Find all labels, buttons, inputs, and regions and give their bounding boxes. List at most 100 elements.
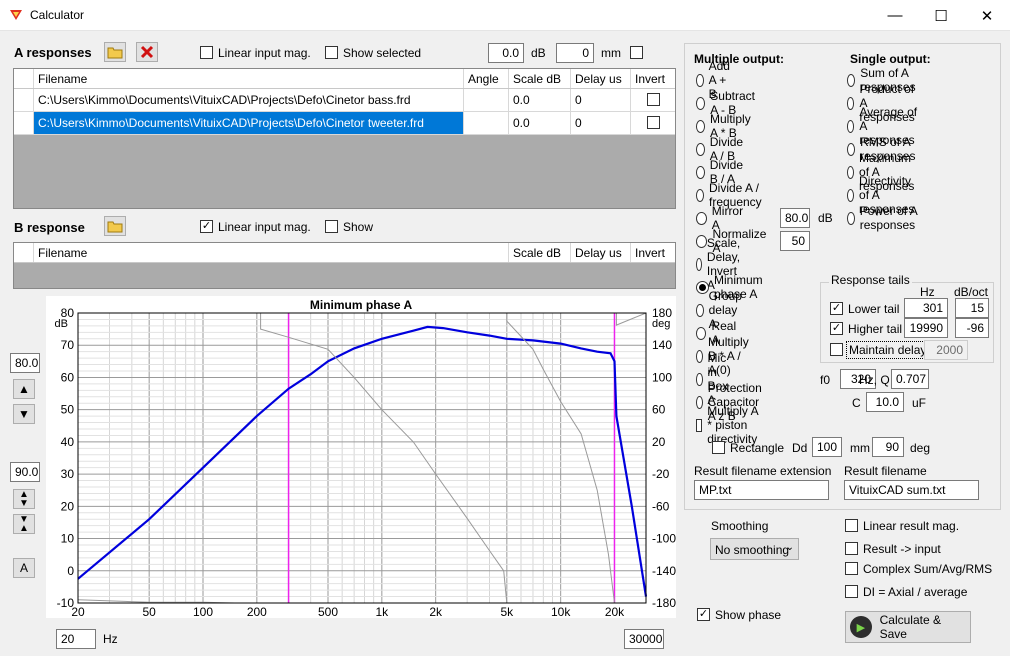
result-file-input[interactable]: VituixCAD sum.txt — [844, 480, 979, 500]
dd-input[interactable]: 100 — [812, 437, 842, 457]
col-delay[interactable]: Delay us — [571, 69, 631, 88]
result-input-checkbox[interactable] — [845, 542, 858, 555]
deg-input[interactable]: 90 — [872, 437, 904, 457]
row-angle[interactable] — [464, 89, 509, 111]
y-range-input[interactable]: 90.0 — [10, 462, 40, 482]
col-invert[interactable]: Invert — [631, 243, 675, 262]
scroll-down-button[interactable]: ▼ — [13, 404, 35, 424]
x-min-input[interactable]: 20 — [56, 629, 96, 649]
remove-icon[interactable] — [136, 42, 158, 62]
maximize-button[interactable]: ☐ — [918, 0, 964, 31]
radio-button[interactable] — [696, 395, 703, 409]
radio-button[interactable] — [696, 257, 702, 271]
row-delay[interactable]: 0 — [571, 89, 631, 111]
offset-enable-checkbox[interactable] — [630, 46, 643, 59]
mirror-input[interactable]: 80.0 — [780, 208, 810, 228]
radio-button[interactable] — [696, 326, 707, 340]
open-folder-icon[interactable] — [104, 42, 126, 62]
option-8[interactable]: Scale, Delay, Invert A — [696, 236, 747, 292]
radio-button[interactable] — [696, 372, 703, 386]
col-delay[interactable]: Delay us — [571, 243, 631, 262]
row-delay[interactable]: 0 — [571, 112, 631, 134]
shrink-range-button[interactable]: ▼ ▲ — [13, 514, 35, 534]
radio-button[interactable] — [696, 142, 705, 156]
a-linear-input-checkbox[interactable] — [200, 46, 213, 59]
linear-result-checkbox[interactable] — [845, 519, 858, 532]
option-15[interactable]: Multiply A * piston directivity — [696, 404, 764, 446]
radio-button[interactable] — [696, 119, 706, 133]
option-3[interactable]: Divide A / B — [696, 135, 747, 163]
show-selected-checkbox[interactable] — [325, 46, 338, 59]
option-10[interactable]: Group delay A — [696, 289, 747, 331]
radio-button[interactable] — [847, 119, 855, 133]
mm-offset-input[interactable]: 0 — [556, 43, 594, 63]
single-option-5[interactable]: Directivity of A responses — [847, 174, 920, 216]
higher-tail-checkbox[interactable]: ✓ — [830, 322, 843, 335]
b-linear-input-checkbox[interactable]: ✓ — [200, 220, 213, 233]
radio-button[interactable] — [847, 73, 856, 87]
option-5[interactable]: Divide A / frequency — [696, 181, 767, 209]
maintain-delay-checkbox[interactable] — [830, 343, 843, 356]
db-offset-input[interactable]: 0.0 — [488, 43, 524, 63]
close-button[interactable]: ✕ — [964, 0, 1010, 31]
x-max-input[interactable]: 30000 — [624, 629, 664, 649]
col-scale[interactable]: Scale dB — [509, 69, 571, 88]
col-scale[interactable]: Scale dB — [509, 243, 571, 262]
row-filename[interactable]: C:\Users\Kimmo\Documents\VituixCAD\Proje… — [34, 89, 464, 111]
auto-scale-button[interactable]: A — [13, 558, 35, 578]
col-filename[interactable]: Filename — [34, 69, 464, 88]
calculate-save-button[interactable]: ▶ Calculate & Save — [845, 611, 971, 643]
radio-button[interactable] — [696, 303, 704, 317]
option-6[interactable]: Mirror A — [696, 204, 745, 232]
piston-directivity-checkbox[interactable] — [696, 418, 703, 432]
maintain-delay-input[interactable]: 2000 — [924, 340, 968, 360]
result-ext-input[interactable]: MP.txt — [694, 480, 829, 500]
show-phase-checkbox[interactable]: ✓ — [697, 608, 710, 621]
single-option-2[interactable]: Average of A responses — [847, 105, 920, 147]
option-2[interactable]: Multiply A * B — [696, 112, 755, 140]
radio-button[interactable] — [696, 349, 704, 363]
open-folder-icon[interactable] — [104, 216, 126, 236]
option-0[interactable]: Add A + B — [696, 59, 735, 101]
lower-tail-checkbox[interactable]: ✓ — [830, 302, 843, 315]
row-filename[interactable]: C:\Users\Kimmo\Documents\VituixCAD\Proje… — [34, 112, 464, 134]
scroll-up-button[interactable]: ▲ — [13, 379, 35, 399]
radio-button[interactable] — [847, 211, 855, 225]
col-angle[interactable]: Angle — [464, 69, 509, 88]
radio-button[interactable] — [847, 188, 855, 202]
complex-checkbox[interactable] — [845, 562, 858, 575]
smoothing-select[interactable]: No smoothing ⌄ — [710, 538, 799, 560]
radio-button[interactable] — [696, 280, 709, 294]
table-row[interactable]: C:\Users\Kimmo\Documents\VituixCAD\Proje… — [14, 112, 675, 135]
row-invert-checkbox[interactable] — [646, 93, 660, 106]
di-checkbox[interactable] — [845, 585, 858, 598]
table-row[interactable]: C:\Users\Kimmo\Documents\VituixCAD\Proje… — [14, 89, 675, 112]
radio-button[interactable] — [847, 142, 856, 156]
radio-button[interactable] — [696, 188, 704, 202]
minimize-button[interactable]: — — [872, 0, 918, 31]
radio-button[interactable] — [696, 73, 704, 87]
y-top-input[interactable]: 80.0 — [10, 353, 40, 373]
radio-button[interactable] — [696, 96, 706, 110]
option-1[interactable]: Subtract A - B — [696, 89, 759, 117]
cap-input[interactable]: 10.0 — [866, 392, 904, 412]
higher-tail-slope[interactable]: -96 — [955, 318, 989, 338]
radio-button[interactable] — [847, 96, 855, 110]
row-scale[interactable]: 0.0 — [509, 89, 571, 111]
higher-tail-hz[interactable]: 19990 — [904, 318, 948, 338]
q-input[interactable]: 0.707 — [891, 369, 929, 389]
row-invert-checkbox[interactable] — [646, 116, 660, 129]
lower-tail-hz[interactable]: 301 — [904, 298, 948, 318]
rectangle-checkbox[interactable] — [712, 441, 725, 454]
lower-tail-slope[interactable]: 15 — [955, 298, 989, 318]
row-scale[interactable]: 0.0 — [509, 112, 571, 134]
radio-button[interactable] — [696, 234, 708, 248]
single-option-6[interactable]: Power of A responses — [847, 204, 920, 232]
row-angle[interactable] — [464, 112, 509, 134]
radio-button[interactable] — [696, 211, 707, 225]
radio-button[interactable] — [696, 165, 705, 179]
expand-range-button[interactable]: ▲ ▼ — [13, 489, 35, 509]
col-filename[interactable]: Filename — [34, 243, 509, 262]
radio-button[interactable] — [847, 165, 855, 179]
normalize-input[interactable]: 50 — [780, 231, 810, 251]
